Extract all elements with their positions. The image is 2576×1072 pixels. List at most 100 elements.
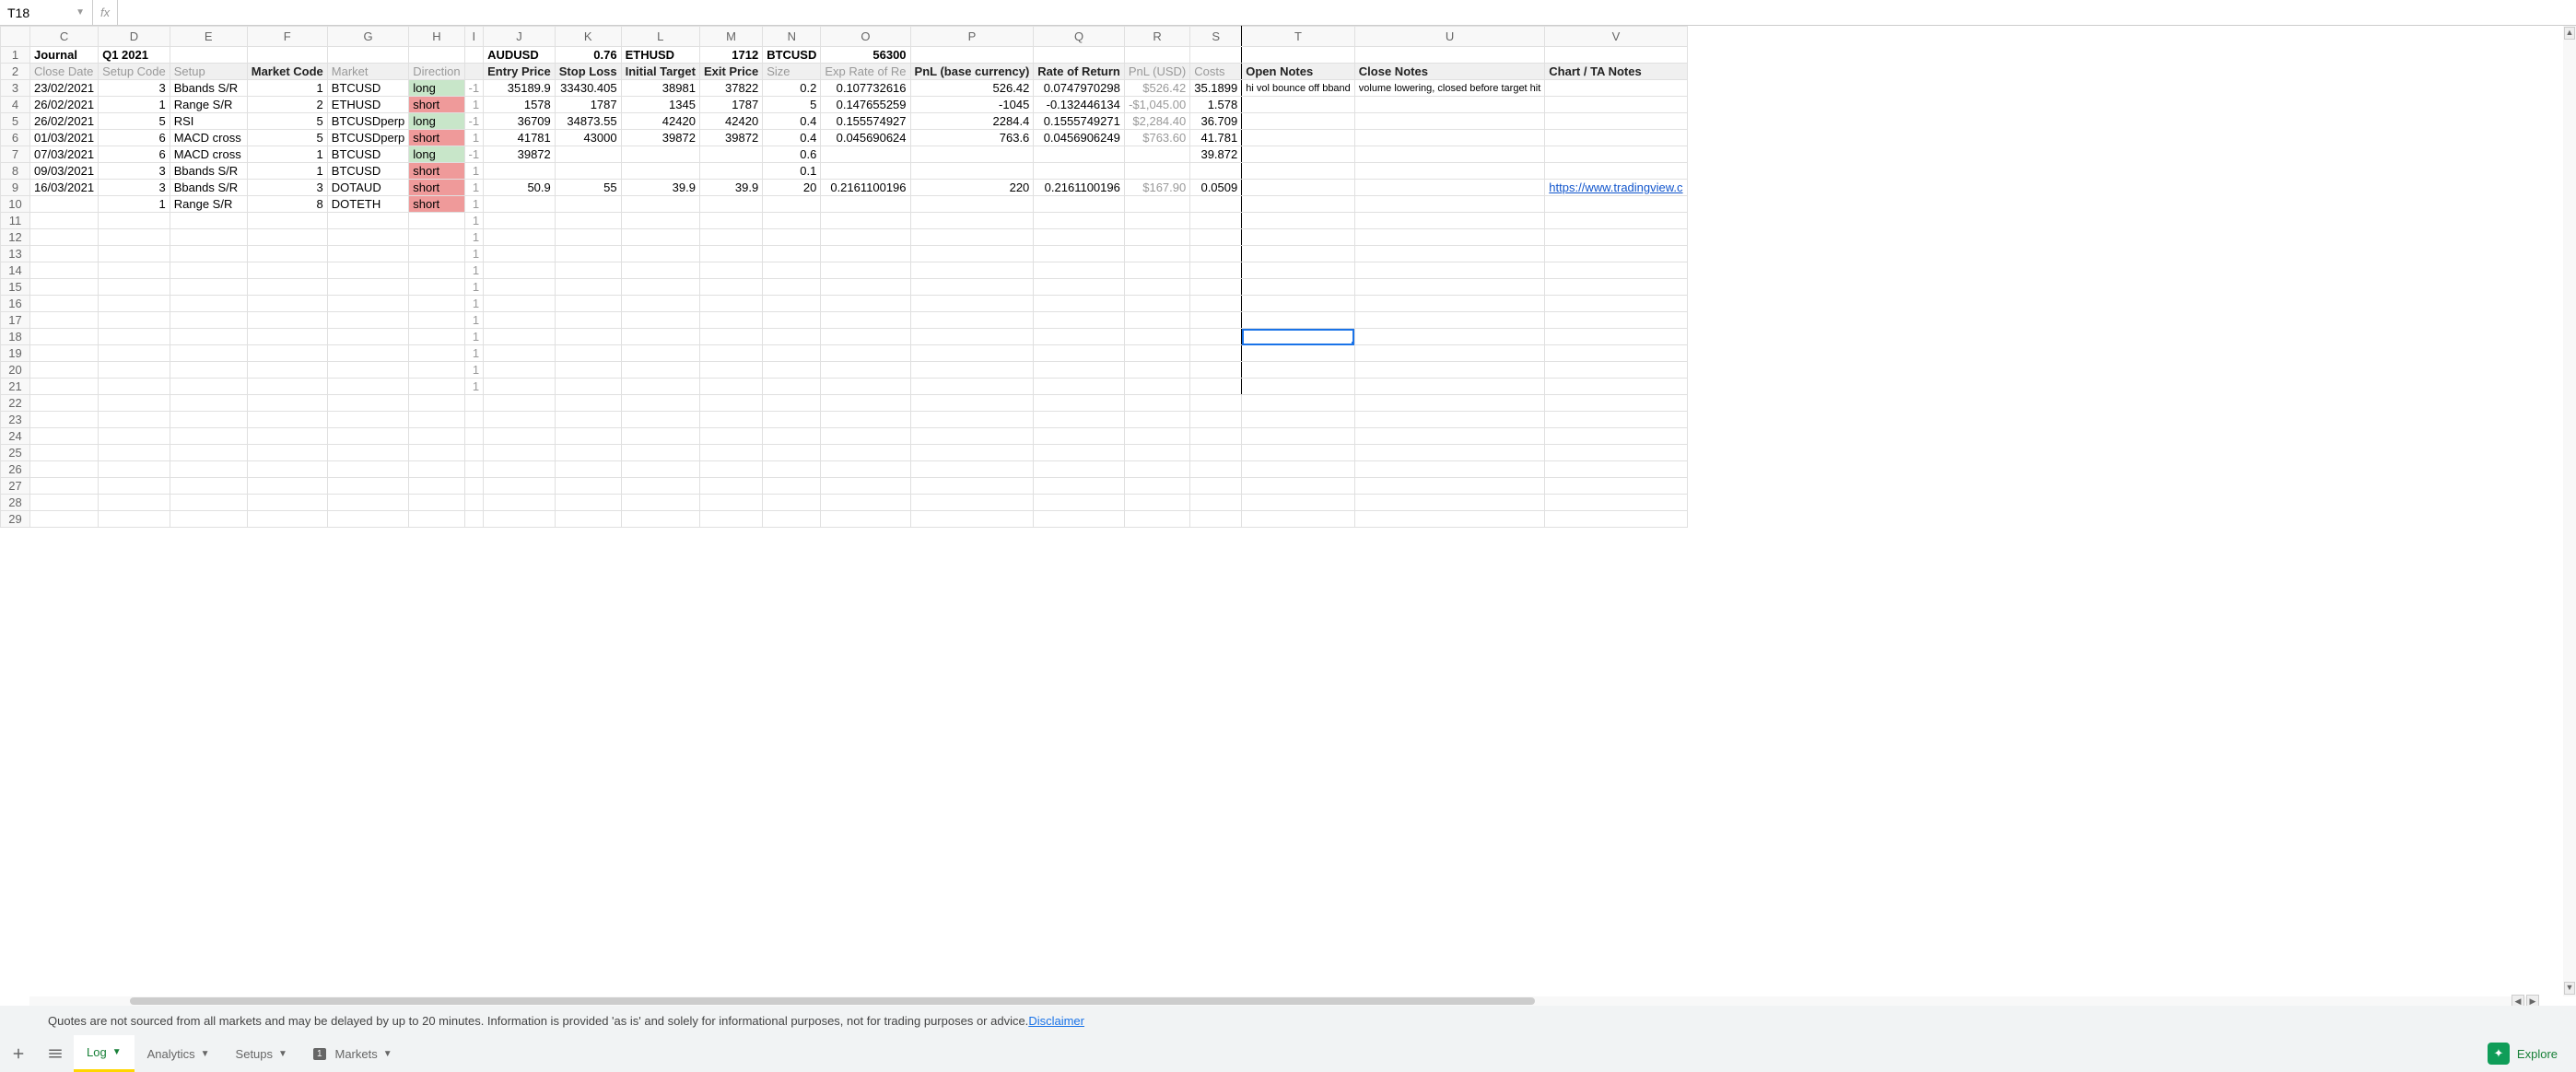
cell-V11[interactable]	[1545, 213, 1687, 229]
cell-Q27[interactable]	[1034, 478, 1125, 495]
cell-S17[interactable]	[1190, 312, 1242, 329]
cell-D26[interactable]	[99, 461, 170, 478]
cell-R3[interactable]: $526.42	[1124, 80, 1189, 97]
row-header-22[interactable]: 22	[1, 395, 30, 412]
cell-P9[interactable]: 220	[910, 180, 1034, 196]
cell-E10[interactable]: Range S/R	[170, 196, 247, 213]
cell-G27[interactable]	[327, 478, 408, 495]
cell-R7[interactable]	[1124, 146, 1189, 163]
cell-H8[interactable]: short	[409, 163, 464, 180]
cell-T25[interactable]	[1242, 445, 1355, 461]
cell-D7[interactable]: 6	[99, 146, 170, 163]
cell-L1[interactable]: ETHUSD	[621, 47, 699, 64]
cell-V26[interactable]	[1545, 461, 1687, 478]
cell-U22[interactable]	[1354, 395, 1545, 412]
cell-H5[interactable]: long	[409, 113, 464, 130]
cell-O18[interactable]	[821, 329, 910, 345]
cell-N12[interactable]	[763, 229, 821, 246]
cell-K8[interactable]	[555, 163, 621, 180]
cell-M22[interactable]	[699, 395, 762, 412]
cell-H17[interactable]	[409, 312, 464, 329]
cell-Q13[interactable]	[1034, 246, 1125, 262]
cell-R29[interactable]	[1124, 511, 1189, 528]
cell-F19[interactable]	[247, 345, 327, 362]
cell-S23[interactable]	[1190, 412, 1242, 428]
cell-H12[interactable]	[409, 229, 464, 246]
cell-P28[interactable]	[910, 495, 1034, 511]
cell-R21[interactable]	[1124, 379, 1189, 395]
cell-Q9[interactable]: 0.2161100196	[1034, 180, 1125, 196]
cell-S22[interactable]	[1190, 395, 1242, 412]
cell-T23[interactable]	[1242, 412, 1355, 428]
cell-J13[interactable]	[484, 246, 556, 262]
cell-Q14[interactable]	[1034, 262, 1125, 279]
cell-U26[interactable]	[1354, 461, 1545, 478]
cell-D17[interactable]	[99, 312, 170, 329]
cell-Q28[interactable]	[1034, 495, 1125, 511]
col-header-O[interactable]: O	[821, 27, 910, 47]
cell-N22[interactable]	[763, 395, 821, 412]
cell-N6[interactable]: 0.4	[763, 130, 821, 146]
cell-M21[interactable]	[699, 379, 762, 395]
cell-S1[interactable]	[1190, 47, 1242, 64]
cell-N24[interactable]	[763, 428, 821, 445]
cell-T18[interactable]	[1242, 329, 1355, 345]
cell-M13[interactable]	[699, 246, 762, 262]
cell-T28[interactable]	[1242, 495, 1355, 511]
cell-K26[interactable]	[555, 461, 621, 478]
cell-F11[interactable]	[247, 213, 327, 229]
cell-F17[interactable]	[247, 312, 327, 329]
cell-K27[interactable]	[555, 478, 621, 495]
cell-D24[interactable]	[99, 428, 170, 445]
cell-M23[interactable]	[699, 412, 762, 428]
cell-G11[interactable]	[327, 213, 408, 229]
cell-C4[interactable]: 26/02/2021	[30, 97, 99, 113]
cell-Q22[interactable]	[1034, 395, 1125, 412]
cell-L16[interactable]	[621, 296, 699, 312]
cell-Q6[interactable]: 0.0456906249	[1034, 130, 1125, 146]
col-header-R[interactable]: R	[1124, 27, 1189, 47]
row-header-14[interactable]: 14	[1, 262, 30, 279]
cell-C26[interactable]	[30, 461, 99, 478]
cell-J28[interactable]	[484, 495, 556, 511]
cell-E7[interactable]: MACD cross	[170, 146, 247, 163]
cell-O21[interactable]	[821, 379, 910, 395]
cell-L18[interactable]	[621, 329, 699, 345]
cell-N27[interactable]	[763, 478, 821, 495]
cell-S10[interactable]	[1190, 196, 1242, 213]
cell-N14[interactable]	[763, 262, 821, 279]
cell-V25[interactable]	[1545, 445, 1687, 461]
cell-Q26[interactable]	[1034, 461, 1125, 478]
cell-R6[interactable]: $763.60	[1124, 130, 1189, 146]
row-header-3[interactable]: 3	[1, 80, 30, 97]
cell-M14[interactable]	[699, 262, 762, 279]
cell-M6[interactable]: 39872	[699, 130, 762, 146]
cell-O27[interactable]	[821, 478, 910, 495]
cell-C6[interactable]: 01/03/2021	[30, 130, 99, 146]
cell-U18[interactable]	[1354, 329, 1545, 345]
cell-N4[interactable]: 5	[763, 97, 821, 113]
cell-T11[interactable]	[1242, 213, 1355, 229]
cell-O22[interactable]	[821, 395, 910, 412]
cell-C10[interactable]	[30, 196, 99, 213]
cell-T9[interactable]	[1242, 180, 1355, 196]
cell-V17[interactable]	[1545, 312, 1687, 329]
cell-C16[interactable]	[30, 296, 99, 312]
cell-D27[interactable]	[99, 478, 170, 495]
cell-H16[interactable]	[409, 296, 464, 312]
cell-T3[interactable]: hi vol bounce off bband	[1242, 80, 1355, 97]
cell-H29[interactable]	[409, 511, 464, 528]
chevron-down-icon[interactable]: ▼	[278, 1049, 287, 1059]
cell-M18[interactable]	[699, 329, 762, 345]
cell-S9[interactable]: 0.0509	[1190, 180, 1242, 196]
cell-K25[interactable]	[555, 445, 621, 461]
cell-K11[interactable]	[555, 213, 621, 229]
cell-T29[interactable]	[1242, 511, 1355, 528]
cell-U3[interactable]: volume lowering, closed before target hi…	[1354, 80, 1545, 97]
cell-J20[interactable]	[484, 362, 556, 379]
cell-M29[interactable]	[699, 511, 762, 528]
cell-O11[interactable]	[821, 213, 910, 229]
cell-E23[interactable]	[170, 412, 247, 428]
cell-L26[interactable]	[621, 461, 699, 478]
col-header-V[interactable]: V	[1545, 27, 1687, 47]
